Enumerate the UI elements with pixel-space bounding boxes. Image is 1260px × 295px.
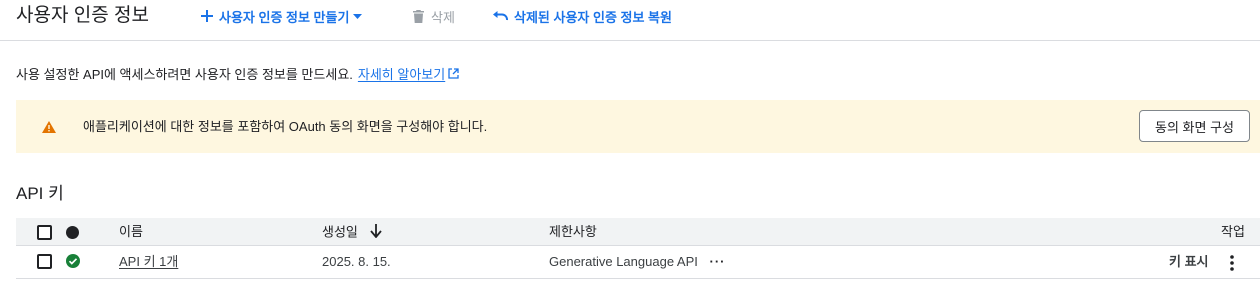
intro-text: 사용 설정한 API에 액세스하려면 사용자 인증 정보를 만드세요. 자세히 … — [16, 66, 459, 83]
column-name: 이름 — [119, 224, 143, 239]
plus-icon — [201, 10, 213, 22]
trash-icon — [413, 9, 424, 23]
show-key-button[interactable]: 키 표시 — [1169, 254, 1209, 270]
table-row: API 키 1개 2025. 8. 15. Generative Languag… — [16, 246, 1260, 279]
open-in-new-icon — [445, 66, 459, 83]
delete-button[interactable]: 삭제 — [413, 7, 455, 25]
learn-more-label: 자세히 알아보기 — [357, 67, 446, 82]
learn-more-link[interactable]: 자세히 알아보기 — [358, 66, 459, 83]
delete-label: 삭제 — [431, 9, 455, 25]
column-restrictions: 제한사항 — [549, 224, 597, 239]
restore-deleted-credentials-button[interactable]: 삭제된 사용자 인증 정보 복원 — [493, 7, 672, 25]
restriction-value: Generative Language API — [549, 254, 698, 269]
create-credentials-button[interactable]: 사용자 인증 정보 만들기 — [201, 7, 363, 25]
check-circle-icon — [66, 254, 80, 273]
column-created-label: 생성일 — [322, 224, 358, 240]
row-checkbox[interactable] — [37, 254, 52, 269]
api-key-created: 2025. 8. 15. — [322, 254, 391, 269]
page-title: 사용자 인증 정보 — [16, 5, 149, 26]
more-restrictions-button[interactable]: ··· — [710, 254, 726, 269]
banner-message: 애플리케이션에 대한 정보를 포함하여 OAuth 동의 화면을 구성해야 합니… — [83, 119, 488, 134]
api-keys-title: API 키 — [16, 184, 64, 203]
restore-label: 삭제된 사용자 인증 정보 복원 — [514, 9, 672, 25]
intro-message: 사용 설정한 API에 액세스하려면 사용자 인증 정보를 만드세요. — [16, 67, 353, 82]
column-created-sort[interactable]: 생성일 — [322, 224, 382, 242]
create-credentials-label: 사용자 인증 정보 만들기 — [219, 9, 350, 25]
api-key-name-link[interactable]: API 키 1개 — [119, 254, 178, 270]
status-column-icon — [66, 226, 79, 239]
warning-icon — [42, 120, 56, 138]
toolbar: 사용자 인증 정보 사용자 인증 정보 만들기 삭제 삭제된 사용자 인증 정보… — [0, 0, 1260, 41]
select-all-checkbox[interactable] — [37, 225, 52, 240]
more-vert-icon[interactable] — [1230, 255, 1234, 276]
arrow-down-icon — [369, 224, 382, 242]
api-key-restrictions: Generative Language API ··· — [549, 254, 726, 270]
column-actions: 작업 — [1221, 224, 1245, 239]
oauth-consent-warning-banner: 애플리케이션에 대한 정보를 포함하여 OAuth 동의 화면을 구성해야 합니… — [16, 100, 1260, 153]
undo-icon — [493, 11, 508, 21]
api-keys-table-header: 이름 생성일 제한사항 작업 — [16, 218, 1260, 246]
caret-down-icon — [353, 13, 363, 19]
configure-consent-screen-button[interactable]: 동의 화면 구성 — [1139, 110, 1250, 142]
